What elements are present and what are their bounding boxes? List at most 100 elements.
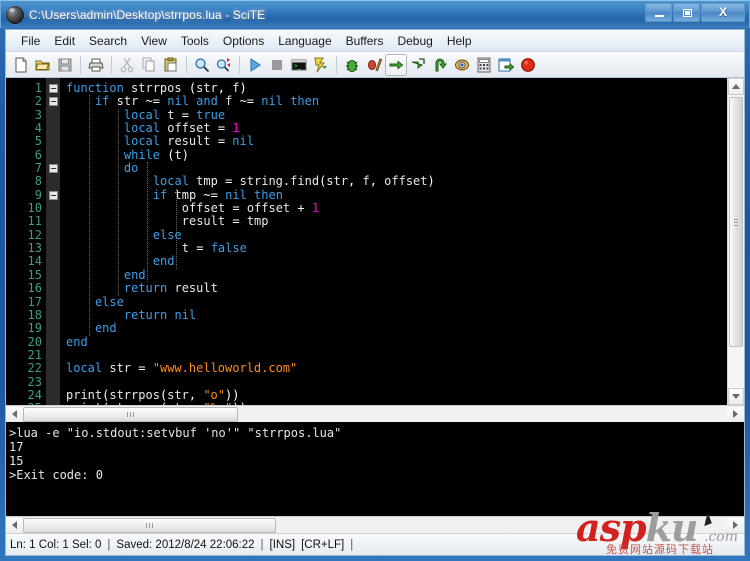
fold-toggle-icon[interactable] bbox=[49, 84, 58, 93]
maximize-button[interactable] bbox=[673, 3, 700, 22]
save-file-icon[interactable] bbox=[54, 54, 76, 76]
minimize-button[interactable] bbox=[645, 3, 672, 22]
print-icon[interactable] bbox=[85, 54, 107, 76]
line-number: 18 bbox=[27, 307, 42, 322]
menu-debug[interactable]: Debug bbox=[390, 32, 439, 50]
vscroll-thumb[interactable] bbox=[729, 97, 743, 347]
fold-toggle-icon[interactable] bbox=[49, 97, 58, 107]
output-scroll-left-button[interactable] bbox=[6, 517, 23, 533]
terminate-icon[interactable] bbox=[517, 54, 539, 76]
code-line[interactable]: end bbox=[66, 268, 727, 282]
code-area[interactable]: function strrpos (str, f) if str ~= nil … bbox=[60, 78, 727, 405]
code-line[interactable]: function strrpos (str, f) bbox=[66, 81, 727, 95]
code-line[interactable]: return result bbox=[66, 281, 727, 296]
scroll-left-button[interactable] bbox=[6, 406, 23, 422]
debug-stop-icon[interactable] bbox=[363, 54, 385, 76]
code-line[interactable]: else bbox=[66, 228, 727, 242]
code-line[interactable]: local tmp = string.find(str, f, offset) bbox=[66, 175, 727, 188]
fold-toggle-icon[interactable] bbox=[49, 190, 58, 200]
vscroll-track[interactable] bbox=[728, 95, 744, 388]
status-bar: Ln: 1 Col: 1 Sel: 0 | Saved: 2012/8/24 2… bbox=[6, 533, 744, 555]
compile-icon[interactable] bbox=[310, 54, 332, 76]
status-saved-time: Saved: 2012/8/24 22:06:22 bbox=[116, 538, 255, 551]
code-line[interactable]: local t = true bbox=[66, 108, 727, 122]
editor-vertical-scrollbar[interactable] bbox=[727, 78, 744, 405]
code-line[interactable]: local offset = 1 bbox=[66, 121, 727, 135]
code-line[interactable]: end bbox=[66, 255, 727, 268]
cut-icon[interactable] bbox=[116, 54, 138, 76]
menu-view[interactable]: View bbox=[134, 32, 174, 50]
menu-file[interactable]: File bbox=[14, 32, 47, 50]
step-into-icon[interactable] bbox=[407, 54, 429, 76]
code-token: strrpos bbox=[109, 387, 160, 402]
menu-edit[interactable]: Edit bbox=[47, 32, 82, 50]
code-token: ) bbox=[239, 81, 247, 95]
output-horizontal-scrollbar[interactable] bbox=[6, 516, 744, 533]
code-token: , bbox=[369, 174, 377, 189]
scroll-down-button[interactable] bbox=[728, 388, 744, 405]
code-line[interactable]: end bbox=[66, 335, 727, 349]
hscroll-thumb[interactable] bbox=[23, 406, 238, 422]
debug-start-icon[interactable] bbox=[341, 54, 363, 76]
export-icon[interactable] bbox=[495, 54, 517, 76]
stop-icon[interactable] bbox=[266, 54, 288, 76]
menu-language[interactable]: Language bbox=[271, 32, 338, 50]
code-line[interactable]: result = tmp bbox=[66, 215, 727, 228]
console-icon[interactable]: >_ bbox=[288, 54, 310, 76]
code-token: nil bbox=[167, 94, 189, 109]
code-line[interactable] bbox=[66, 349, 727, 362]
code-line[interactable]: local str = "www.helloworld.com" bbox=[66, 362, 727, 375]
watch-icon[interactable] bbox=[451, 54, 473, 76]
code-line[interactable]: return nil bbox=[66, 308, 727, 322]
scroll-up-button[interactable] bbox=[728, 78, 744, 95]
open-file-icon[interactable] bbox=[32, 54, 54, 76]
run-icon[interactable] bbox=[244, 54, 266, 76]
find-icon[interactable] bbox=[191, 54, 213, 76]
code-line[interactable]: else bbox=[66, 295, 727, 309]
code-line[interactable]: end bbox=[66, 322, 727, 335]
code-line[interactable]: if tmp ~= nil then bbox=[66, 188, 727, 202]
hscroll-track[interactable] bbox=[23, 406, 727, 422]
code-line[interactable]: print(strrpos(str, "o")) bbox=[66, 387, 727, 402]
code-line[interactable]: local result = nil bbox=[66, 135, 727, 148]
code-line[interactable]: if str ~= nil and f ~= nil then bbox=[66, 95, 727, 108]
output-pane[interactable]: >lua -e "io.stdout:setvbuf 'no'" "strrpo… bbox=[6, 422, 744, 516]
code-token: result bbox=[174, 281, 218, 296]
menu-tools[interactable]: Tools bbox=[174, 32, 216, 50]
menu-options[interactable]: Options bbox=[216, 32, 271, 50]
copy-icon[interactable] bbox=[138, 54, 160, 76]
code-line[interactable]: while (t) bbox=[66, 148, 727, 162]
fold-toggle-icon[interactable] bbox=[49, 164, 58, 174]
new-file-icon[interactable] bbox=[10, 54, 32, 76]
fold-margin[interactable] bbox=[46, 78, 60, 405]
replace-icon[interactable] bbox=[213, 54, 235, 76]
menu-buffers[interactable]: Buffers bbox=[339, 32, 391, 50]
code-line[interactable]: t = false bbox=[66, 241, 727, 255]
code-line[interactable]: offset = offset + 1 bbox=[66, 201, 727, 215]
code-line[interactable]: do bbox=[66, 161, 727, 175]
calculator-icon[interactable] bbox=[473, 54, 495, 76]
paste-icon[interactable] bbox=[160, 54, 182, 76]
step-over-icon[interactable] bbox=[385, 53, 407, 76]
menu-help[interactable]: Help bbox=[440, 32, 479, 50]
title-bar[interactable]: C:\Users\admin\Desktop\strrpos.lua - Sci… bbox=[0, 0, 750, 28]
editor-horizontal-scrollbar[interactable] bbox=[6, 405, 744, 422]
code-token: str bbox=[116, 94, 139, 109]
step-out-icon[interactable] bbox=[429, 54, 451, 76]
code-editor[interactable]: 1234567891011121314151617181920212223242… bbox=[6, 78, 727, 405]
close-button[interactable]: X bbox=[701, 3, 745, 22]
menu-search[interactable]: Search bbox=[82, 32, 134, 50]
code-line[interactable] bbox=[66, 376, 727, 389]
output-hscroll-track[interactable] bbox=[23, 517, 727, 533]
scroll-right-button[interactable] bbox=[727, 406, 744, 422]
output-hscroll-thumb[interactable] bbox=[23, 517, 276, 533]
output-scroll-right-button[interactable] bbox=[727, 517, 744, 533]
